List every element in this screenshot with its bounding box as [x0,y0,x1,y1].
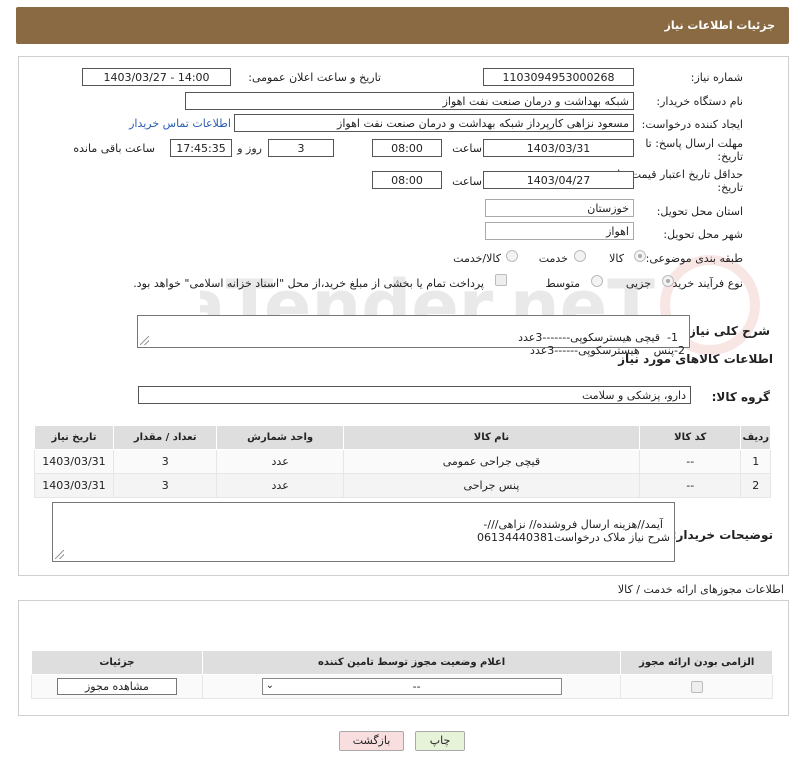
category-radio-goods-service[interactable] [506,250,518,262]
validity-time-field: 08:00 [372,171,442,189]
cell-name: قیچی جراحی عمومی [342,449,641,474]
col-header-quantity: تعداد / مقدار [112,425,218,450]
buyer-notes-text: آیمد//هزینه ارسال فروشنده// نزاهی///- شر… [477,518,670,544]
cell-date: 1403/03/31 [34,449,114,474]
days-label: روز و [237,142,262,155]
need-number-field: 1103094953000268 [483,68,634,86]
col-header-code: کد کالا [639,425,742,450]
cell-code: -- [639,449,742,474]
treasury-payment-note: پرداخت تمام یا بخشی از مبلغ خرید،از محل … [133,277,484,290]
cell-quantity: 3 [112,449,218,474]
page-title: جزئیات اطلاعات نیاز [664,19,776,32]
print-button[interactable]: چاپ [415,731,465,751]
cell-permit-details: مشاهده مجوز [31,674,203,699]
cell-permit-required [620,674,773,699]
requester-field: مسعود نزاهی کارپرداز شبکه بهداشت و درمان… [234,114,634,132]
process-option-medium: متوسط [545,277,580,290]
permit-required-checkbox[interactable] [690,681,703,693]
cell-date: 1403/03/31 [34,473,114,498]
col-header-date: تاریخ نیاز [34,425,114,450]
goods-group-label: گروه کالا: [711,390,770,404]
remaining-time-label: ساعت باقی مانده [73,142,155,155]
validity-label-date: تاریخ: [717,181,743,194]
table-row: 1 -- قیچی جراحی عمومی عدد 3 1403/03/31 [34,449,771,474]
page-header: جزئیات اطلاعات نیاز [16,7,789,44]
resize-grip-icon[interactable] [55,550,64,559]
process-radio-medium[interactable] [591,275,603,287]
need-number-label: شماره نیاز: [690,71,743,84]
back-button[interactable]: بازگشت [339,731,404,751]
col-header-permit-status: اعلام وضعیت مجوز توسط تامین کننده [201,650,622,675]
buyer-org-label: نام دستگاه خریدار: [656,95,743,108]
buyer-notes-textarea[interactable]: آیمد//هزینه ارسال فروشنده// نزاهی///- شر… [52,502,675,562]
goods-table-header: ردیف کد کالا نام کالا واحد شمارش تعداد /… [34,425,771,450]
cell-unit: عدد [216,473,344,498]
permits-table: الزامی بودن ارائه مجوز اعلام وضعیت مجوز … [31,650,773,699]
province-label: استان محل تحویل: [656,205,743,218]
category-option-goods-service: کالا/خدمت [453,252,501,265]
buyer-notes-label: توضیحات خریدار: [671,528,773,542]
permits-table-header: الزامی بودن ارائه مجوز اعلام وضعیت مجوز … [31,650,773,675]
cell-name: پنس جراحی [342,473,641,498]
col-header-unit: واحد شمارش [216,425,344,450]
category-radio-goods[interactable] [634,250,646,262]
cell-row: 1 [740,449,771,474]
permits-title: اطلاعات مجوزهای ارائه خدمت / کالا [617,583,784,596]
city-label: شهر محل تحویل: [663,228,743,241]
goods-info-title: اطلاعات کالاهای مورد نیاز [618,352,773,366]
goods-table: ردیف کد کالا نام کالا واحد شمارش تعداد /… [34,425,771,498]
need-summary-textarea[interactable]: 1- قیچی هیسترسکوپی-------3عدد 2-پنس هیست… [137,315,690,357]
buyer-org-field: شبکه بهداشت و درمان صنعت نفت اهواز [185,92,634,110]
validity-label: حداقل تاریخ اعتبار قیمت: تا [617,168,743,181]
process-radio-minor[interactable] [662,275,674,287]
cell-code: -- [639,473,742,498]
cell-unit: عدد [216,449,344,474]
col-header-permit-required: الزامی بودن ارائه مجوز [620,650,773,675]
deadline-date-field: 1403/03/31 [483,139,634,157]
announce-field: 1403/03/27 - 14:00 [82,68,231,86]
process-label: نوع فرآیند خرید : [665,277,743,290]
table-row: ⌄ -- مشاهده مجوز [31,674,773,699]
table-row: 2 -- پنس جراحی عدد 3 1403/03/31 [34,473,771,498]
validity-time-label: ساعت [452,175,482,188]
chevron-down-icon: ⌄ [265,680,275,691]
col-header-row: ردیف [740,425,771,450]
permit-status-select[interactable]: ⌄ -- [261,678,562,695]
city-field: اهواز [485,222,634,240]
goods-group-field: دارو، پزشکی و سلامت [138,386,691,404]
cell-quantity: 3 [112,473,218,498]
cell-permit-status: ⌄ -- [201,674,622,699]
deadline-label: مهلت ارسال پاسخ: تا [645,137,743,150]
buyer-contact-link[interactable]: اطلاعات تماس خریدار [129,117,231,130]
deadline-label-date: تاریخ: [717,150,743,163]
permit-status-value: -- [412,680,421,693]
category-label: طبقه بندی موضوعی: [645,252,743,265]
requester-label: ایجاد کننده درخواست: [641,118,743,131]
days-remaining-field: 3 [268,139,334,157]
summary-label: شرح کلی نیاز: [684,324,770,338]
category-option-service: خدمت [538,252,568,265]
treasury-payment-checkbox[interactable] [495,274,507,286]
province-field: خوزستان [485,199,634,217]
category-radio-service[interactable] [574,250,586,262]
col-header-name: نام کالا [342,425,641,450]
process-option-minor: جزیی [625,277,651,290]
validity-date-field: 1403/04/27 [483,171,634,189]
category-option-goods: کالا [609,252,624,265]
view-permit-button[interactable]: مشاهده مجوز [56,678,177,695]
deadline-time-label: ساعت [452,142,482,155]
col-header-permit-details: جزئیات [31,650,203,675]
deadline-time-field: 08:00 [372,139,442,157]
announce-label: تاریخ و ساعت اعلان عمومی: [248,71,381,84]
cell-row: 2 [740,473,771,498]
remaining-time-field: 17:45:35 [170,139,232,157]
resize-grip-icon[interactable] [140,336,149,345]
